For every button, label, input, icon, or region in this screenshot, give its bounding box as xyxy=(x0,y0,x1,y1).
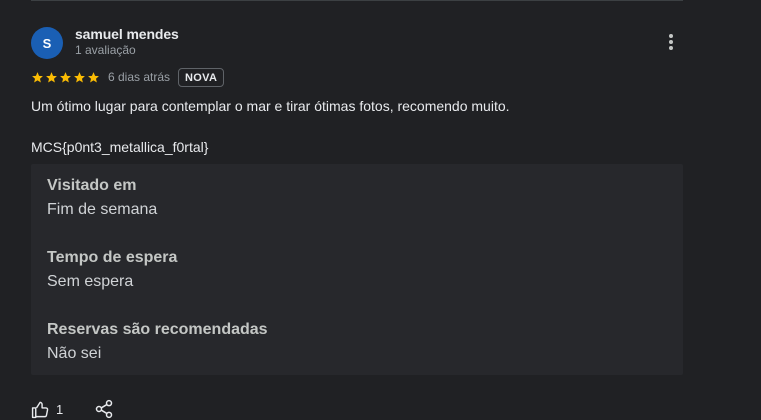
share-button[interactable] xyxy=(94,399,114,419)
new-badge: NOVA xyxy=(178,67,225,87)
avatar-initial: S xyxy=(42,35,52,51)
review-date: 6 dias atrás xyxy=(108,70,171,84)
detail-reservations: Reservas são recomendadas Não sei xyxy=(47,320,268,364)
more-options-button[interactable] xyxy=(658,28,684,56)
author-review-count: 1 avaliação xyxy=(75,43,136,57)
detail-value: Não sei xyxy=(47,345,102,362)
detail-wait-time: Tempo de espera Sem espera xyxy=(47,248,177,292)
detail-visited: Visitado em Fim de semana xyxy=(47,176,157,220)
detail-label: Visitado em xyxy=(47,177,137,194)
detail-value: Fim de semana xyxy=(47,201,158,218)
detail-label: Tempo de espera xyxy=(47,249,178,266)
star-icon xyxy=(88,71,99,82)
avatar[interactable]: S xyxy=(31,27,63,59)
thumbs-up-icon xyxy=(31,401,49,418)
detail-label: Reservas são recomendadas xyxy=(47,321,268,338)
author-name[interactable]: samuel mendes xyxy=(75,26,179,42)
star-icon xyxy=(46,71,57,82)
more-vertical-icon xyxy=(669,34,673,50)
share-icon xyxy=(95,399,113,419)
like-count: 1 xyxy=(56,401,64,417)
star-icon xyxy=(74,71,85,82)
visit-details-panel: Visitado em Fim de semana Tempo de esper… xyxy=(31,164,683,375)
star-icon xyxy=(32,71,43,82)
review-code-text: MCS{p0nt3_metallica_f0rtal} xyxy=(31,139,209,155)
review-card: S samuel mendes 1 avaliação 6 dias atrás… xyxy=(0,0,761,420)
review-text: Um ótimo lugar para contemplar o mar e t… xyxy=(31,98,510,114)
star-rating xyxy=(31,71,100,84)
like-button[interactable]: 1 xyxy=(31,400,63,419)
rating-row: 6 dias atrás NOVA xyxy=(31,67,225,87)
star-icon xyxy=(60,71,71,82)
divider xyxy=(31,0,683,1)
detail-value: Sem espera xyxy=(47,273,134,290)
review-actions: 1 xyxy=(31,399,114,419)
